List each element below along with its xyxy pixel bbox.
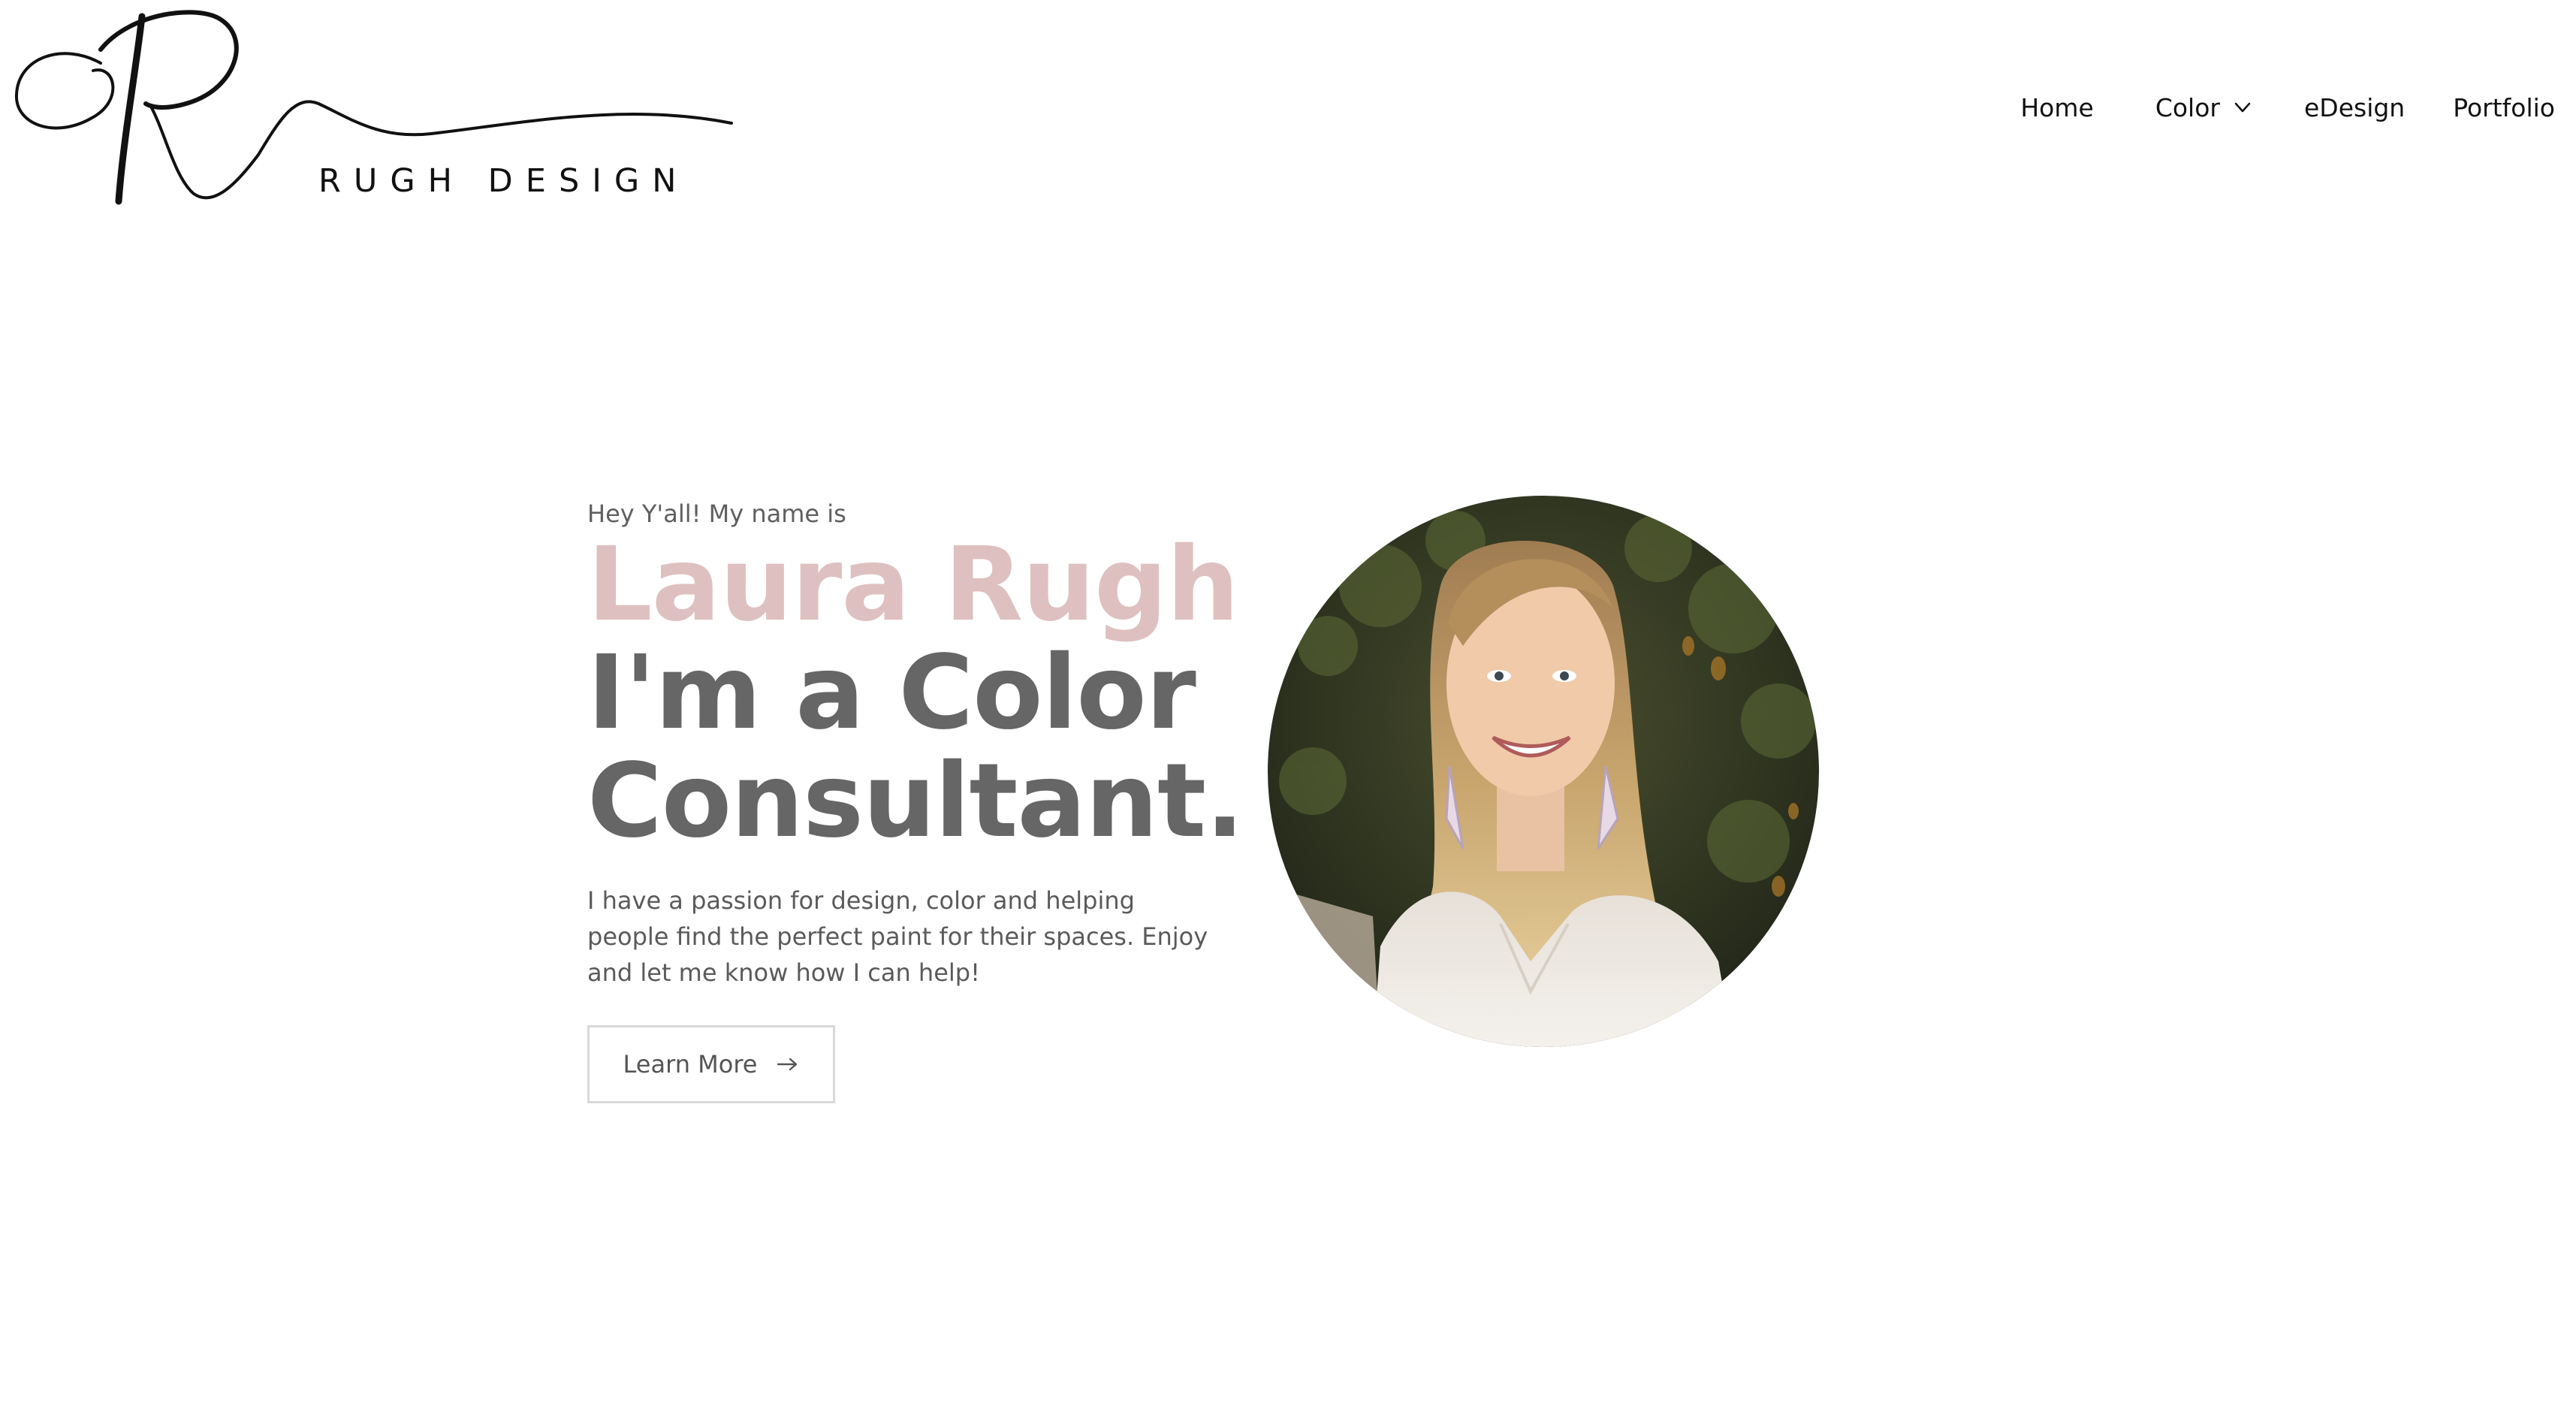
nav-home[interactable]: Home [2020,93,2093,122]
hero-name: Laura Rugh [587,526,1239,644]
learn-more-label: Learn More [623,1050,758,1079]
hero-description: I have a passion for design, color and h… [587,886,1208,987]
nav-portfolio[interactable]: Portfolio [2453,93,2555,122]
page: RUGH DESIGN Home Color eDesign Portfolio… [0,0,2576,1409]
nav-edesign[interactable]: eDesign [2304,93,2405,122]
site-logo[interactable]: RUGH DESIGN [11,5,747,222]
nav-color[interactable]: Color [2155,93,2252,122]
nav-color-label: Color [2155,92,2220,122]
logo-wordmark: RUGH DESIGN [318,162,689,200]
hero-intro: Hey Y'all! My name is Laura Rugh I'm a C… [587,499,1244,1103]
main-nav: Home Color eDesign Portfolio [2020,89,2555,126]
hero-headline-line1: I'm a Color [587,634,1196,753]
chevron-down-icon [2234,102,2251,113]
hero-kicker: Hey Y'all! My name is [587,499,846,528]
hero-headline-line2: Consultant. [587,742,1244,861]
arrow-right-icon [777,1058,798,1071]
portrait-photo [1268,496,1819,1047]
learn-more-button[interactable]: Learn More [587,1025,835,1103]
portrait-image [1268,496,1819,1047]
